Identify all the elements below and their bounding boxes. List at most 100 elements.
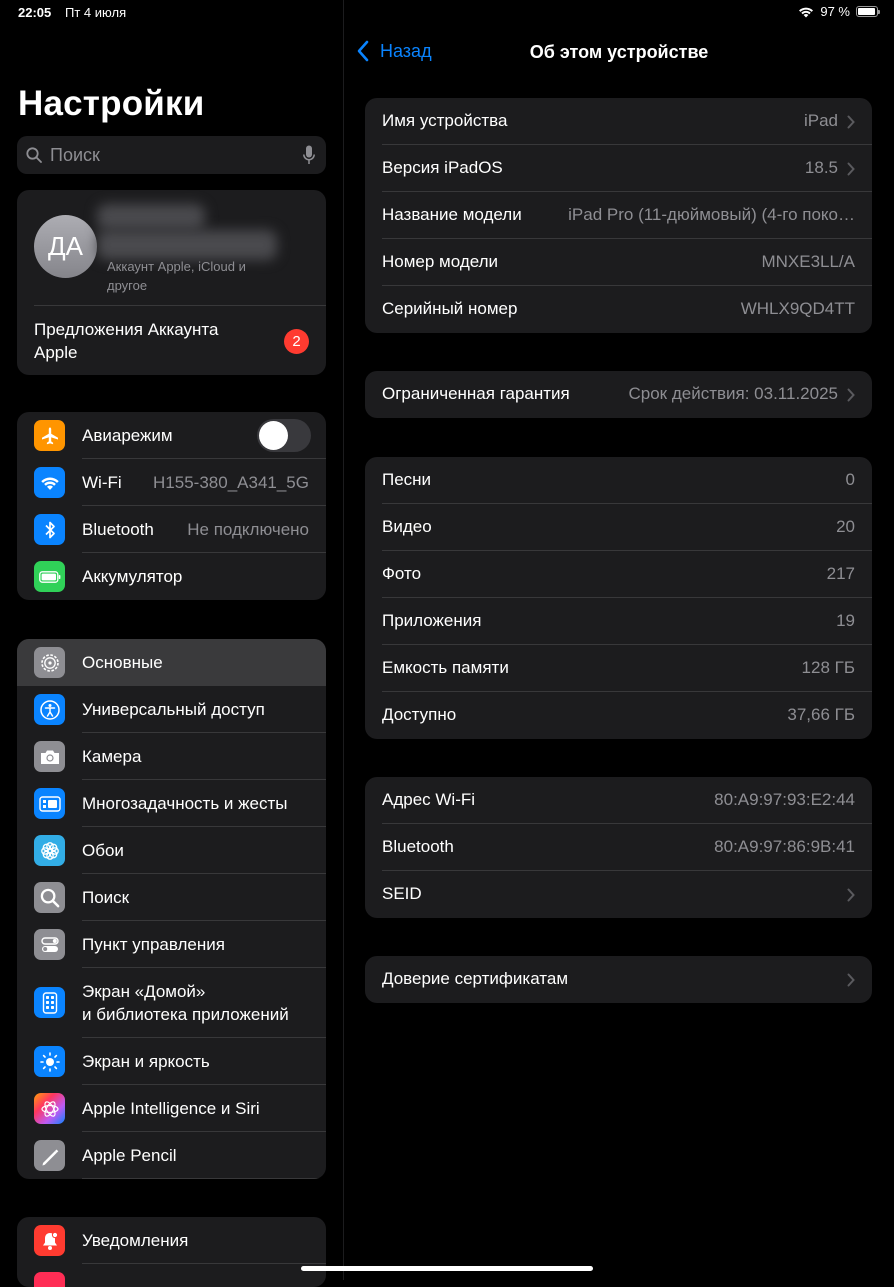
sidebar-item-label: Уведомления bbox=[82, 1230, 189, 1250]
row-key: Серийный номер bbox=[382, 299, 518, 318]
sidebar-item-display-brightness[interactable]: Экран и яркость bbox=[17, 1038, 326, 1085]
settings-sidebar: Настройки ДА Аккаунт Apple, iCloud и дру… bbox=[0, 0, 344, 1287]
warranty-card: Ограниченная гарантия Срок действия: 03.… bbox=[365, 371, 872, 418]
sidebar-item-apple-pencil[interactable]: Apple Pencil bbox=[17, 1132, 326, 1179]
certificate-trust-row[interactable]: Доверие сертификатам bbox=[365, 956, 872, 1003]
applications-row: Приложения 19 bbox=[365, 598, 872, 645]
sidebar-item-label: Аккумулятор bbox=[82, 566, 183, 586]
apple-account-card[interactable]: ДА Аккаунт Apple, iCloud и другое Предло… bbox=[17, 190, 326, 375]
sidebar-item-wallpaper[interactable]: Обои bbox=[17, 827, 326, 874]
chevron-right-icon bbox=[847, 388, 855, 402]
notification-badge: 2 bbox=[284, 329, 309, 354]
sidebar-item-label: Многозадачность и жесты bbox=[82, 793, 288, 813]
ipados-version-row[interactable]: Версия iPadOS 18.5 bbox=[365, 145, 872, 192]
row-value: 128 ГБ bbox=[801, 658, 855, 677]
sidebar-item-accessibility[interactable]: Универсальный доступ bbox=[17, 686, 326, 733]
pencil-icon bbox=[34, 1140, 65, 1171]
chevron-right-icon bbox=[847, 888, 855, 902]
sidebar-item-multitasking[interactable]: Многозадачность и жесты bbox=[17, 780, 326, 827]
row-key: Приложения bbox=[382, 611, 482, 630]
sidebar-item-next[interactable] bbox=[17, 1264, 326, 1287]
battery-icon bbox=[34, 561, 65, 592]
connectivity-group: Авиарежим Wi‑Fi H155-380_A341_5G Bluetoo… bbox=[17, 412, 326, 600]
bluetooth-icon bbox=[34, 514, 65, 545]
sidebar-item-bluetooth[interactable]: Bluetooth Не подключено bbox=[17, 506, 326, 553]
sidebar-item-airplane-mode[interactable]: Авиарежим bbox=[17, 412, 326, 459]
redacted-name bbox=[97, 204, 205, 230]
home-indicator[interactable] bbox=[301, 1266, 593, 1271]
row-key: Имя устройства bbox=[382, 111, 508, 130]
airplane-icon bbox=[34, 420, 65, 451]
serial-number-row[interactable]: Серийный номер WHLX9QD4TT bbox=[365, 286, 872, 333]
row-value: iPad bbox=[803, 111, 838, 130]
sidebar-item-label: Пункт управления bbox=[82, 934, 225, 954]
network-addresses-card: Адрес Wi‑Fi 80:A9:97:93:E2:44 Bluetooth … bbox=[365, 777, 872, 918]
bell-icon bbox=[34, 1225, 65, 1256]
page-title: Об этом устройстве bbox=[529, 42, 709, 62]
airplane-mode-toggle[interactable] bbox=[257, 419, 311, 452]
home-screen-icon bbox=[34, 987, 65, 1018]
gear-icon bbox=[34, 647, 65, 678]
bluetooth-status-value: Не подключено bbox=[187, 519, 309, 539]
limited-warranty-row[interactable]: Ограниченная гарантия Срок действия: 03.… bbox=[365, 371, 872, 418]
notifications-group: Уведомления bbox=[17, 1217, 326, 1287]
chevron-right-icon bbox=[847, 162, 855, 176]
songs-row: Песни 0 bbox=[365, 457, 872, 504]
sidebar-item-apple-intelligence-siri[interactable]: Apple Intelligence и Siri bbox=[17, 1085, 326, 1132]
search-input[interactable] bbox=[50, 144, 303, 166]
sidebar-item-label: Основные bbox=[82, 652, 163, 672]
wifi-icon bbox=[34, 467, 65, 498]
chevron-right-icon bbox=[847, 115, 855, 129]
sidebar-item-label: Apple Pencil bbox=[82, 1145, 177, 1165]
general-settings-group: Основные Универсальный доступ Камера Мно… bbox=[17, 639, 326, 1179]
brightness-icon bbox=[34, 1046, 65, 1077]
sidebar-item-home-screen[interactable]: Экран «Домой» и библиотека приложений bbox=[17, 968, 326, 1038]
device-name-row[interactable]: Имя устройства iPad bbox=[365, 98, 872, 145]
model-number-row[interactable]: Номер модели MNXE3LL/A bbox=[365, 239, 872, 286]
sidebar-item-wifi[interactable]: Wi‑Fi H155-380_A341_5G bbox=[17, 459, 326, 506]
row-value: MNXE3LL/A bbox=[761, 252, 855, 271]
row-key: Доверие сертификатам bbox=[382, 969, 569, 988]
seid-row[interactable]: SEID bbox=[365, 871, 872, 918]
sidebar-item-label: Универсальный доступ bbox=[82, 699, 265, 719]
wifi-address-row[interactable]: Адрес Wi‑Fi 80:A9:97:93:E2:44 bbox=[365, 777, 872, 824]
available-row: Доступно 37,66 ГБ bbox=[365, 692, 872, 739]
siri-icon bbox=[34, 1093, 65, 1124]
multitasking-icon bbox=[34, 788, 65, 819]
model-name-row[interactable]: Название модели iPad Pro (11-дюймовый) (… bbox=[365, 192, 872, 239]
bluetooth-address-row[interactable]: Bluetooth 80:A9:97:86:9B:41 bbox=[365, 824, 872, 871]
sidebar-item-notifications[interactable]: Уведомления bbox=[17, 1217, 326, 1264]
capacity-row: Емкость памяти 128 ГБ bbox=[365, 645, 872, 692]
battery-status-icon bbox=[856, 6, 880, 17]
about-device-pane: Назад Об этом устройстве Имя устройства … bbox=[344, 0, 894, 1280]
row-key: Ограниченная гарантия bbox=[382, 384, 570, 403]
row-value: 18.5 bbox=[804, 158, 838, 177]
sidebar-item-search[interactable]: Поиск bbox=[17, 874, 326, 921]
row-value: 37,66 ГБ bbox=[787, 705, 855, 724]
redacted-email bbox=[97, 230, 277, 260]
row-key: Адрес Wi‑Fi bbox=[382, 790, 476, 809]
divider bbox=[34, 305, 326, 306]
account-subtitle: Аккаунт Apple, iCloud и другое bbox=[107, 259, 246, 293]
sidebar-item-label: Обои bbox=[82, 840, 124, 860]
media-stats-card: Песни 0 Видео 20 Фото 217 Приложения 19 … bbox=[365, 457, 872, 739]
search-icon bbox=[34, 882, 65, 913]
row-key: Емкость памяти bbox=[382, 658, 509, 677]
row-key: SEID bbox=[382, 884, 422, 903]
certificate-trust-card: Доверие сертификатам bbox=[365, 956, 872, 1003]
row-value: 0 bbox=[845, 470, 855, 489]
sidebar-item-camera[interactable]: Камера bbox=[17, 733, 326, 780]
status-date: Пт 4 июля bbox=[65, 5, 127, 20]
row-key: Bluetooth bbox=[382, 837, 454, 856]
sidebar-item-label-line2: и библиотека приложений bbox=[82, 1005, 289, 1024]
sidebar-item-battery[interactable]: Аккумулятор bbox=[17, 553, 326, 600]
avatar: ДА bbox=[34, 215, 97, 278]
sidebar-item-general[interactable]: Основные bbox=[17, 639, 326, 686]
sidebar-item-label: Экран и яркость bbox=[82, 1051, 210, 1071]
microphone-icon[interactable] bbox=[303, 145, 315, 165]
account-offers-label[interactable]: Предложения Аккаунта Apple bbox=[34, 318, 254, 364]
row-value: Срок действия: 03.11.2025 bbox=[628, 384, 838, 403]
search-bar[interactable] bbox=[17, 136, 326, 174]
sidebar-item-control-center[interactable]: Пункт управления bbox=[17, 921, 326, 968]
battery-percent: 97 % bbox=[820, 4, 850, 19]
